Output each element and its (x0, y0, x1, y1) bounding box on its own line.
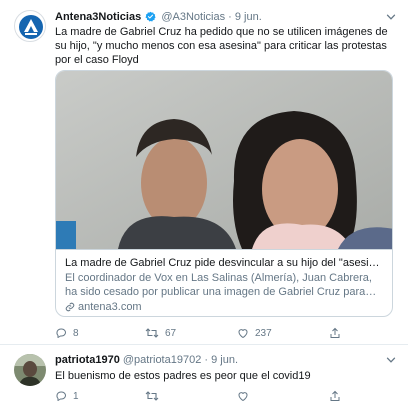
card-title[interactable]: La madre de Gabriel Cruz pide desvincula… (65, 256, 385, 270)
card-domain[interactable]: antena3.com (65, 300, 385, 314)
card-description: El coordinador de Vox en Las Salinas (Al… (65, 272, 372, 298)
share-button[interactable] (329, 389, 341, 403)
chevron-down-icon[interactable] (386, 355, 396, 365)
tweet[interactable]: Antena3Noticias @A3Noticias · 9 jun. La … (0, 0, 408, 345)
tweet-actions: 8 67 237 (55, 326, 375, 340)
reply-button[interactable]: 1 (55, 389, 79, 403)
share-button[interactable] (329, 326, 341, 340)
share-icon (330, 390, 340, 401)
card-image (56, 71, 392, 249)
timestamp[interactable]: 9 jun. (235, 11, 262, 23)
tweet-text: El buenismo de estos padres es peor que … (55, 370, 311, 382)
retweet-button[interactable] (145, 389, 165, 403)
reply-button[interactable]: 8 (55, 326, 79, 340)
avatar[interactable] (14, 10, 46, 42)
reply-count: 1 (73, 390, 79, 402)
heart-icon (238, 329, 248, 338)
retweet-button[interactable]: 67 (145, 326, 176, 340)
reply-count: 8 (73, 327, 79, 339)
antena3-logo-icon (19, 15, 43, 39)
retweet-icon (145, 391, 159, 401)
like-count: 237 (255, 327, 272, 339)
like-button[interactable] (237, 389, 255, 403)
link-icon (65, 302, 75, 312)
author-handle[interactable]: @A3Noticias (161, 11, 225, 23)
tweet-header: Antena3Noticias @A3Noticias · 9 jun. (55, 10, 262, 24)
verified-badge-icon (145, 11, 156, 22)
tweet-text: La madre de Gabriel Cruz ha pedido que n… (55, 26, 388, 66)
author-handle[interactable]: @patriota19702 (123, 354, 201, 366)
card-domain-text: antena3.com (78, 301, 142, 313)
separator: · (228, 11, 232, 23)
avatar[interactable] (14, 354, 46, 386)
profile-photo (14, 354, 46, 386)
heart-icon (238, 392, 248, 401)
tweet-header: patriota1970 @patriota19702 · 9 jun. (55, 353, 238, 367)
retweet-count: 67 (165, 327, 177, 339)
reply-icon (56, 328, 66, 338)
author-name[interactable]: Antena3Noticias (55, 11, 141, 23)
timestamp[interactable]: 9 jun. (211, 354, 238, 366)
chevron-down-icon[interactable] (386, 12, 396, 22)
share-icon (330, 327, 340, 338)
retweet-icon (145, 328, 159, 338)
separator: · (204, 354, 209, 366)
card-body: La madre de Gabriel Cruz pide desvincula… (56, 249, 392, 316)
like-button[interactable]: 237 (237, 326, 272, 340)
reply-icon (56, 391, 66, 401)
tweet-actions: 1 (55, 389, 375, 403)
link-card[interactable]: La madre de Gabriel Cruz pide desvincula… (55, 70, 393, 317)
author-name[interactable]: patriota1970 (55, 354, 120, 366)
